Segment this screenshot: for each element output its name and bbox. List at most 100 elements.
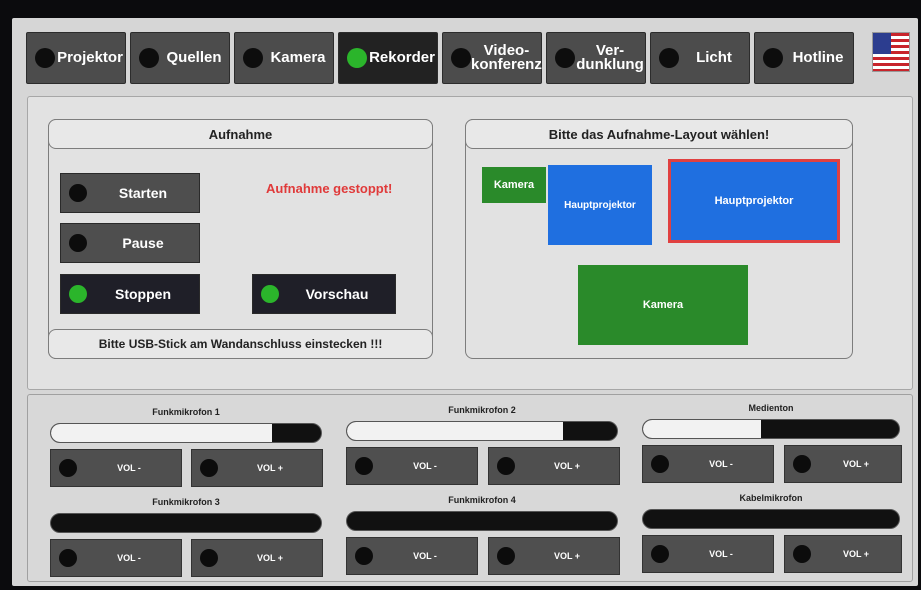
nav-label: Licht — [696, 49, 732, 66]
vol-minus-label: VOL - — [117, 553, 141, 563]
vol-minus-button[interactable]: VOL - — [642, 535, 774, 573]
status-led-icon — [355, 547, 373, 565]
vol-plus-button[interactable]: VOL + — [784, 445, 902, 483]
pause-label: Pause — [122, 235, 164, 251]
status-led-icon — [355, 457, 373, 475]
status-led-icon — [651, 455, 669, 473]
status-led-icon — [35, 48, 55, 68]
status-led-icon — [497, 547, 515, 565]
recording-title: Aufnahme — [48, 119, 433, 149]
vol-minus-button[interactable]: VOL - — [50, 539, 182, 577]
status-led-icon — [69, 184, 87, 202]
status-led-icon — [451, 48, 471, 68]
preview-label: Vorschau — [305, 286, 369, 302]
volume-slider-funkmikrofon-1[interactable] — [50, 423, 322, 443]
vol-minus-button[interactable]: VOL - — [346, 447, 478, 485]
status-led-icon — [243, 48, 263, 68]
vol-minus-label: VOL - — [709, 459, 733, 469]
layout-pip-camera-tile[interactable]: Kamera — [482, 167, 546, 203]
pause-button[interactable]: Pause — [60, 223, 200, 263]
status-led-icon — [200, 549, 218, 567]
start-label: Starten — [118, 185, 168, 201]
layout-full-camera-tile[interactable]: Kamera — [578, 265, 748, 345]
vol-minus-button[interactable]: VOL - — [642, 445, 774, 483]
status-led-icon — [763, 48, 783, 68]
vol-plus-label: VOL + — [256, 553, 284, 563]
nav-label: Kamera — [270, 49, 326, 66]
status-led-icon — [651, 545, 669, 563]
recording-status: Aufnahme gestoppt! — [266, 181, 393, 196]
status-led-icon — [347, 48, 367, 68]
vol-minus-label: VOL - — [117, 463, 141, 473]
stop-button[interactable]: Stoppen — [60, 274, 200, 314]
channel-label-funkmikrofon-4: Funkmikrofon 4 — [448, 495, 516, 505]
top-nav: Projektor Quellen Kamera Rekorder Video-… — [26, 32, 910, 90]
status-led-icon — [659, 48, 679, 68]
vol-plus-label: VOL + — [553, 551, 581, 561]
touch-panel-screen: Projektor Quellen Kamera Rekorder Video-… — [12, 18, 918, 586]
status-led-icon — [69, 285, 87, 303]
vol-minus-label: VOL - — [413, 551, 437, 561]
layout-title: Bitte das Aufnahme-Layout wählen! — [465, 119, 853, 149]
status-led-icon — [497, 457, 515, 475]
vol-minus-label: VOL - — [413, 461, 437, 471]
status-led-icon — [793, 545, 811, 563]
nav-verdunklung-button[interactable]: Ver- dunklung — [546, 32, 646, 84]
vol-plus-label: VOL + — [553, 461, 581, 471]
vol-minus-label: VOL - — [709, 549, 733, 559]
flag-canton — [873, 33, 891, 54]
status-led-icon — [200, 459, 218, 477]
nav-label: Hotline — [792, 49, 844, 66]
us-flag-icon[interactable] — [872, 32, 910, 72]
nav-projektor-button[interactable]: Projektor — [26, 32, 126, 84]
preview-button[interactable]: Vorschau — [252, 274, 396, 314]
nav-label: Projektor — [57, 49, 123, 66]
status-led-icon — [59, 549, 77, 567]
vol-plus-button[interactable]: VOL + — [488, 447, 620, 485]
status-led-icon — [69, 234, 87, 252]
status-led-icon — [139, 48, 159, 68]
status-led-icon — [261, 285, 279, 303]
channel-label-kabelmikrofon: Kabelmikrofon — [739, 493, 803, 503]
volume-fill — [643, 420, 761, 438]
volume-fill — [51, 424, 273, 442]
status-led-icon — [59, 459, 77, 477]
recorder-panel: Aufnahme Starten Pause Stoppen Vorschau … — [27, 96, 913, 390]
stop-label: Stoppen — [115, 286, 171, 302]
nav-label: Video- konferenz — [471, 42, 542, 73]
nav-kamera-button[interactable]: Kamera — [234, 32, 334, 84]
status-led-icon — [793, 455, 811, 473]
vol-plus-label: VOL + — [842, 549, 870, 559]
nav-quellen-button[interactable]: Quellen — [130, 32, 230, 84]
nav-label: Rekorder — [369, 49, 435, 66]
vol-plus-button[interactable]: VOL + — [784, 535, 902, 573]
start-button[interactable]: Starten — [60, 173, 200, 213]
vol-plus-button[interactable]: VOL + — [488, 537, 620, 575]
nav-videokonferenz-button[interactable]: Video- konferenz — [442, 32, 542, 84]
audio-panel: Funkmikrofon 1 VOL - VOL + Funkmikrofon … — [27, 394, 913, 582]
nav-licht-button[interactable]: Licht — [650, 32, 750, 84]
usb-hint: Bitte USB-Stick am Wandanschluss einstec… — [48, 329, 433, 359]
vol-minus-button[interactable]: VOL - — [50, 449, 182, 487]
channel-label-funkmikrofon-2: Funkmikrofon 2 — [448, 405, 516, 415]
layout-full-projector-tile[interactable]: Hauptprojektor — [668, 159, 840, 243]
vol-minus-button[interactable]: VOL - — [346, 537, 478, 575]
volume-slider-funkmikrofon-3[interactable] — [50, 513, 322, 533]
vol-plus-button[interactable]: VOL + — [191, 539, 323, 577]
channel-label-funkmikrofon-3: Funkmikrofon 3 — [152, 497, 220, 507]
vol-plus-label: VOL + — [842, 459, 870, 469]
status-led-icon — [555, 48, 575, 68]
vol-plus-label: VOL + — [256, 463, 284, 473]
vol-plus-button[interactable]: VOL + — [191, 449, 323, 487]
channel-label-medienton: Medienton — [748, 403, 794, 413]
layout-pip-projector-tile[interactable]: Hauptprojektor — [548, 165, 652, 245]
nav-label: Ver- dunklung — [576, 42, 644, 73]
volume-slider-funkmikrofon-4[interactable] — [346, 511, 618, 531]
nav-rekorder-button[interactable]: Rekorder — [338, 32, 438, 84]
volume-slider-medienton[interactable] — [642, 419, 900, 439]
nav-hotline-button[interactable]: Hotline — [754, 32, 854, 84]
volume-slider-funkmikrofon-2[interactable] — [346, 421, 618, 441]
nav-label: Quellen — [166, 49, 222, 66]
volume-slider-kabelmikrofon[interactable] — [642, 509, 900, 529]
channel-label-funkmikrofon-1: Funkmikrofon 1 — [152, 407, 220, 417]
